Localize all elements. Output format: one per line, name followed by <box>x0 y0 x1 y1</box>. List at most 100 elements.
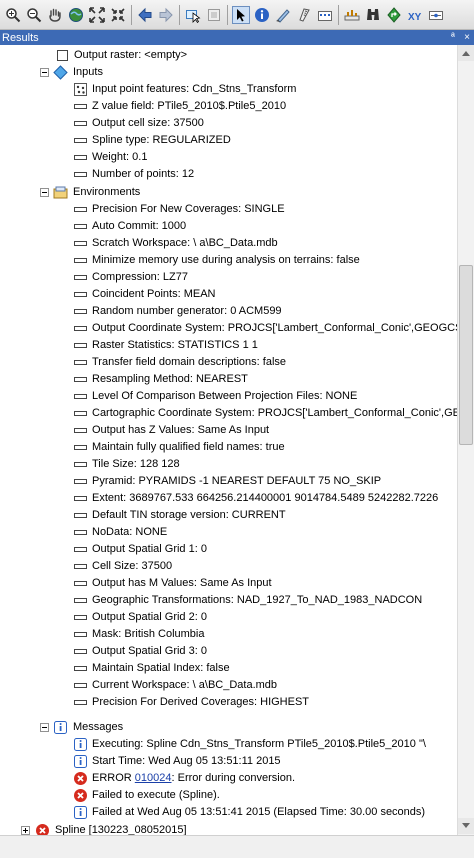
tree-item-environment[interactable]: Output Spatial Grid 3: 0 <box>0 643 457 660</box>
results-tree: Output raster: <empty> Inputs Input poin… <box>0 45 457 835</box>
tree-item-z-value-field[interactable]: Z value field: PTile5_2010$.Ptile5_2010 <box>0 98 457 115</box>
scroll-up-arrow-icon[interactable] <box>458 45 474 61</box>
weight-label: Weight: 0.1 <box>92 151 148 163</box>
identify-icon[interactable] <box>253 6 271 24</box>
time-slider-icon[interactable] <box>316 6 334 24</box>
tree-item-input-point-features[interactable]: Input point features: Cdn_Stns_Transform <box>0 81 457 98</box>
environment-label: Maintain Spatial Index: false <box>92 662 230 674</box>
auto-hide-pin-icon[interactable]: ª <box>446 32 460 43</box>
message-error[interactable]: ERROR 010024: Error during conversion. <box>0 770 457 787</box>
tree-item-environment[interactable]: Scratch Workspace: \ a\BC_Data.mdb <box>0 235 457 252</box>
parameter-icon <box>73 253 88 268</box>
tree-item-spline-type[interactable]: Spline type: REGULARIZED <box>0 132 457 149</box>
tree-item-spline-result[interactable]: Spline [130223_08052015] <box>0 822 457 835</box>
results-window-title: Results <box>2 31 39 44</box>
parameter-icon <box>73 116 88 131</box>
tree-item-environment[interactable]: Current Workspace: \ a\BC_Data.mdb <box>0 677 457 694</box>
environments-icon <box>53 185 68 200</box>
fixed-zoom-in-icon[interactable] <box>88 6 106 24</box>
collapse-messages-icon[interactable] <box>40 723 49 732</box>
parameter-icon <box>73 695 88 710</box>
tree-item-environment[interactable]: Extent: 3689767.533 664256.214400001 901… <box>0 490 457 507</box>
back-arrow-icon[interactable] <box>136 6 154 24</box>
tree-item-output-cell-size[interactable]: Output cell size: 37500 <box>0 115 457 132</box>
open-time-slider-icon[interactable] <box>427 6 445 24</box>
scroll-down-arrow-icon[interactable] <box>458 818 474 834</box>
tree-item-environments[interactable]: Environments <box>0 184 457 201</box>
vertical-scrollbar[interactable] <box>457 45 474 835</box>
scrollbar-thumb[interactable] <box>459 265 473 445</box>
tree-item-environment[interactable]: Compression: LZ77 <box>0 269 457 286</box>
parameter-icon <box>73 99 88 114</box>
message-failed-at[interactable]: Failed at Wed Aug 05 13:51:41 2015 (Elap… <box>0 804 457 821</box>
select-elements-icon[interactable] <box>232 5 250 24</box>
measure-icon[interactable] <box>295 6 313 24</box>
tree-item-environment[interactable]: Resampling Method: NEAREST <box>0 371 457 388</box>
select-features-icon[interactable] <box>184 6 202 24</box>
tree-item-environment[interactable]: Geographic Transformations: NAD_1927_To_… <box>0 592 457 609</box>
parameter-icon <box>73 661 88 676</box>
go-to-xy-icon[interactable]: XY <box>406 6 424 24</box>
zoom-in-icon[interactable] <box>4 6 22 24</box>
tree-item-inputs[interactable]: Inputs <box>0 64 457 81</box>
parameter-icon <box>73 150 88 165</box>
message-failed-execute[interactable]: Failed to execute (Spline). <box>0 787 457 804</box>
tree-item-environment[interactable]: Output Coordinate System: PROJCS['Lamber… <box>0 320 457 337</box>
tree-item-environment[interactable]: Precision For New Coverages: SINGLE <box>0 201 457 218</box>
tree-item-environment[interactable]: Output Spatial Grid 2: 0 <box>0 609 457 626</box>
map-toolbar: XY <box>0 0 474 30</box>
tree-item-environment[interactable]: Level Of Comparison Between Projection F… <box>0 388 457 405</box>
output-cell-size-label: Output cell size: 37500 <box>92 117 204 129</box>
environment-label: Precision For New Coverages: SINGLE <box>92 203 285 215</box>
tree-item-environment[interactable]: Minimize memory use during analysis on t… <box>0 252 457 269</box>
collapse-environments-icon[interactable] <box>40 188 49 197</box>
parameter-icon <box>73 627 88 642</box>
tree-item-environment[interactable]: Output has M Values: Same As Input <box>0 575 457 592</box>
tree-item-environment[interactable]: Maintain Spatial Index: false <box>0 660 457 677</box>
fixed-zoom-out-icon[interactable] <box>109 6 127 24</box>
parameter-icon <box>73 304 88 319</box>
tree-item-environment[interactable]: Mask: British Columbia <box>0 626 457 643</box>
tree-item-environment[interactable]: Coincident Points: MEAN <box>0 286 457 303</box>
tree-item-environment[interactable]: Random number generator: 0 ACM599 <box>0 303 457 320</box>
tree-item-environment[interactable]: Output Spatial Grid 1: 0 <box>0 541 457 558</box>
message-executing[interactable]: Executing: Spline Cdn_Stns_Transform PTi… <box>0 736 457 753</box>
tree-item-environment[interactable]: Precision For Derived Coverages: HIGHEST <box>0 694 457 711</box>
environment-label: Transfer field domain descriptions: fals… <box>92 356 287 368</box>
pan-icon[interactable] <box>46 6 64 24</box>
tree-item-environment[interactable]: Default TIN storage version: CURRENT <box>0 507 457 524</box>
tree-item-output-raster[interactable]: Output raster: <empty> <box>0 47 457 64</box>
environment-label: Extent: 3689767.533 664256.214400001 901… <box>92 492 439 504</box>
tree-item-environment[interactable]: Pyramid: PYRAMIDS -1 NEAREST DEFAULT 75 … <box>0 473 457 490</box>
tree-item-messages[interactable]: Messages <box>0 719 457 736</box>
tree-item-environment[interactable]: Raster Statistics: STATISTICS 1 1 <box>0 337 457 354</box>
tree-item-environment[interactable]: Auto Commit: 1000 <box>0 218 457 235</box>
full-extent-icon[interactable] <box>67 6 85 24</box>
collapse-inputs-icon[interactable] <box>40 68 49 77</box>
error-code-link[interactable]: 010024 <box>135 772 172 784</box>
parameter-icon <box>73 270 88 285</box>
messages-info-icon <box>53 720 68 735</box>
tree-item-number-of-points[interactable]: Number of points: 12 <box>0 166 457 183</box>
expand-result-icon[interactable] <box>21 826 30 835</box>
info-message-icon <box>73 805 88 820</box>
find-route-icon[interactable] <box>385 6 403 24</box>
tree-item-weight[interactable]: Weight: 0.1 <box>0 149 457 166</box>
forward-arrow-icon[interactable] <box>157 6 175 24</box>
parameter-icon <box>73 542 88 557</box>
html-popup-icon[interactable] <box>274 6 292 24</box>
tree-item-environment[interactable]: NoData: NONE <box>0 524 457 541</box>
message-start-time[interactable]: Start Time: Wed Aug 05 13:51:11 2015 <box>0 753 457 770</box>
tree-item-environment[interactable]: Transfer field domain descriptions: fals… <box>0 354 457 371</box>
tree-item-environment[interactable]: Cell Size: 37500 <box>0 558 457 575</box>
tree-item-environment[interactable]: Tile Size: 128 128 <box>0 456 457 473</box>
tree-item-environment[interactable]: Maintain fully qualified field names: tr… <box>0 439 457 456</box>
tree-item-environment[interactable]: Cartographic Coordinate System: PROJCS['… <box>0 405 457 422</box>
find-binoculars-icon[interactable] <box>364 6 382 24</box>
close-icon[interactable]: × <box>460 32 474 43</box>
zoom-out-icon[interactable] <box>25 6 43 24</box>
time-slider-window-icon[interactable] <box>343 6 361 24</box>
tree-item-environment[interactable]: Output has Z Values: Same As Input <box>0 422 457 439</box>
clear-selection-icon[interactable] <box>205 6 223 24</box>
z-value-field-label: Z value field: PTile5_2010$.Ptile5_2010 <box>92 100 287 112</box>
